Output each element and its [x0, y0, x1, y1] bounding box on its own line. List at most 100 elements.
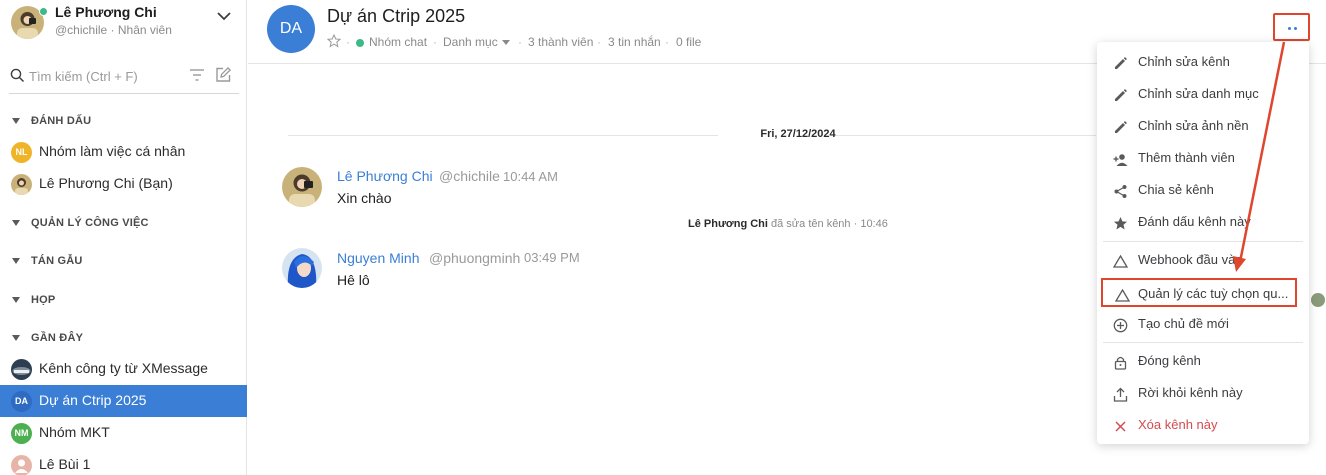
- online-status-dot: [39, 7, 48, 16]
- section-label: ĐÁNH DẤU: [31, 115, 92, 127]
- menu-item-label: Tạo chủ đề mới: [1138, 316, 1229, 331]
- status-dot: [356, 39, 364, 47]
- message-avatar[interactable]: [282, 248, 322, 288]
- pencil-icon: [1115, 57, 1127, 69]
- chevron-down-icon[interactable]: [216, 10, 232, 22]
- caret-down-icon: [12, 118, 20, 124]
- menu-item-incoming-webhook[interactable]: Webhook đầu vào: [1097, 245, 1309, 277]
- channel-name: Lê Bùi 1: [39, 456, 91, 472]
- more-options-button[interactable]: [1273, 13, 1310, 41]
- message-author[interactable]: Lê Phương Chi: [337, 168, 433, 184]
- channel-avatar: [11, 359, 32, 380]
- menu-item-label: Thêm thành viên: [1138, 150, 1235, 165]
- channel-name: Kênh công ty từ XMessage: [39, 360, 208, 376]
- sidebar: Lê Phương Chi @chichile · Nhân viên ĐÁNH…: [0, 0, 247, 475]
- channel-type: Nhóm chat: [369, 35, 428, 49]
- menu-item-delete-channel[interactable]: Xóa kênh này: [1097, 410, 1309, 442]
- section-label: HỌP: [31, 294, 56, 306]
- member-count[interactable]: 3 thành viên: [528, 35, 593, 49]
- compose-icon[interactable]: [214, 66, 232, 84]
- menu-item-label: Rời khỏi kênh này: [1138, 385, 1243, 400]
- date-divider-line: [836, 135, 1096, 136]
- file-count[interactable]: 0 file: [676, 35, 701, 49]
- section-label: QUẢN LÝ CÔNG VIỆC: [31, 217, 149, 229]
- channel-avatar[interactable]: DA: [267, 5, 315, 53]
- caret-down-icon: [12, 335, 20, 341]
- person-avatar-icon: [11, 455, 32, 475]
- message-time: 03:49 PM: [524, 250, 580, 265]
- channel-item-personal-group[interactable]: NL Nhóm làm việc cá nhân: [0, 136, 247, 168]
- menu-item-share-channel[interactable]: Chia sẻ kênh: [1097, 175, 1309, 207]
- menu-item-close-channel[interactable]: Đóng kênh: [1097, 346, 1309, 378]
- star-outline-icon[interactable]: [327, 34, 341, 48]
- date-divider-label: Fri, 27/12/2024: [760, 128, 836, 140]
- meta-separator: ·: [518, 35, 522, 49]
- message-time: 10:44 AM: [503, 169, 558, 184]
- user-avatar: [11, 174, 32, 195]
- triangle-icon: [1115, 288, 1130, 302]
- menu-item-label: Đánh dấu kênh này: [1138, 214, 1251, 229]
- system-message: Lê Phương Chi đã sửa tên kênh · 10:46: [688, 218, 888, 230]
- filter-icon[interactable]: [188, 67, 206, 83]
- lock-icon: [1114, 356, 1127, 370]
- leave-icon: [1113, 387, 1128, 402]
- channel-item-self[interactable]: Lê Phương Chi (Bạn): [0, 168, 247, 200]
- channel-name: Nhóm MKT: [39, 424, 110, 440]
- message-author[interactable]: Nguyen Minh: [337, 250, 420, 266]
- menu-divider: [1103, 241, 1303, 242]
- menu-item-new-topic[interactable]: Tạo chủ đề mới: [1097, 309, 1309, 341]
- plus-circle-icon: [1113, 318, 1128, 333]
- menu-item-label: Xóa kênh này: [1138, 417, 1218, 432]
- menu-item-edit-background[interactable]: Chỉnh sửa ảnh nền: [1097, 111, 1309, 143]
- section-meetings[interactable]: HỌP: [0, 291, 247, 311]
- menu-item-label: Chỉnh sửa kênh: [1138, 54, 1230, 69]
- message-count: 3 tin nhắn: [608, 35, 661, 49]
- user-header[interactable]: Lê Phương Chi @chichile · Nhân viên: [0, 0, 247, 50]
- category-dropdown[interactable]: Danh mục: [443, 35, 498, 49]
- section-label: TÁN GẪU: [31, 255, 83, 267]
- pencil-icon: [1115, 121, 1127, 133]
- search-input[interactable]: [29, 65, 179, 87]
- close-icon: [1115, 421, 1126, 432]
- meta-separator: ·: [433, 35, 437, 49]
- menu-item-label: Webhook đầu vào: [1138, 252, 1243, 267]
- channel-item-ctrip[interactable]: DA Dự án Ctrip 2025: [0, 385, 247, 417]
- user-name: Lê Phương Chi: [55, 4, 157, 20]
- search-icon: [10, 68, 25, 83]
- section-favorites[interactable]: ĐÁNH DẤU: [0, 112, 247, 132]
- message-avatar[interactable]: [282, 167, 322, 207]
- channel-badge: NL: [11, 142, 32, 163]
- channel-item-le-bui[interactable]: Lê Bùi 1: [0, 449, 247, 475]
- channel-name: Nhóm làm việc cá nhân: [39, 143, 186, 159]
- channel-item-mkt[interactable]: NM Nhóm MKT: [0, 417, 247, 449]
- pencil-icon: [1115, 89, 1127, 101]
- star-icon: [1114, 217, 1127, 230]
- section-label: GẦN ĐÂY: [31, 332, 84, 344]
- meta-separator: ·: [665, 35, 669, 49]
- menu-item-leave-channel[interactable]: Rời khỏi kênh này: [1097, 378, 1309, 410]
- section-work-management[interactable]: QUẢN LÝ CÔNG VIỆC: [0, 214, 247, 234]
- channel-title: Dự án Ctrip 2025: [327, 6, 466, 26]
- menu-item-manage-options[interactable]: Quản lý các tuỳ chọn qu...: [1101, 278, 1297, 307]
- message-text: Hê lô: [337, 272, 370, 288]
- menu-divider: [1103, 342, 1303, 343]
- caret-down-icon[interactable]: [501, 39, 511, 47]
- section-recent[interactable]: GẦN ĐÂY: [0, 329, 247, 349]
- section-chitchat[interactable]: TÁN GẪU: [0, 252, 247, 272]
- menu-item-label: Chia sẻ kênh: [1138, 182, 1214, 197]
- menu-item-label: Chỉnh sửa ảnh nền: [1138, 118, 1249, 133]
- menu-item-label: Chỉnh sửa danh mục: [1138, 86, 1259, 101]
- share-icon: [1114, 185, 1127, 198]
- menu-item-edit-category[interactable]: Chỉnh sửa danh mục: [1097, 79, 1309, 111]
- message-text: Xin chào: [337, 190, 392, 206]
- add-person-icon: [1113, 154, 1128, 166]
- channel-name: Lê Phương Chi (Bạn): [39, 175, 173, 191]
- message-handle: @chichile: [439, 168, 500, 184]
- triangle-icon: [1113, 254, 1128, 268]
- reader-avatar: [1311, 293, 1325, 307]
- menu-item-favorite-channel[interactable]: Đánh dấu kênh này: [1097, 207, 1309, 239]
- meta-separator: ·: [597, 35, 601, 49]
- menu-item-add-member[interactable]: Thêm thành viên: [1097, 143, 1309, 175]
- menu-item-edit-channel[interactable]: Chỉnh sửa kênh: [1097, 47, 1309, 79]
- channel-item-company[interactable]: Kênh công ty từ XMessage: [0, 353, 247, 385]
